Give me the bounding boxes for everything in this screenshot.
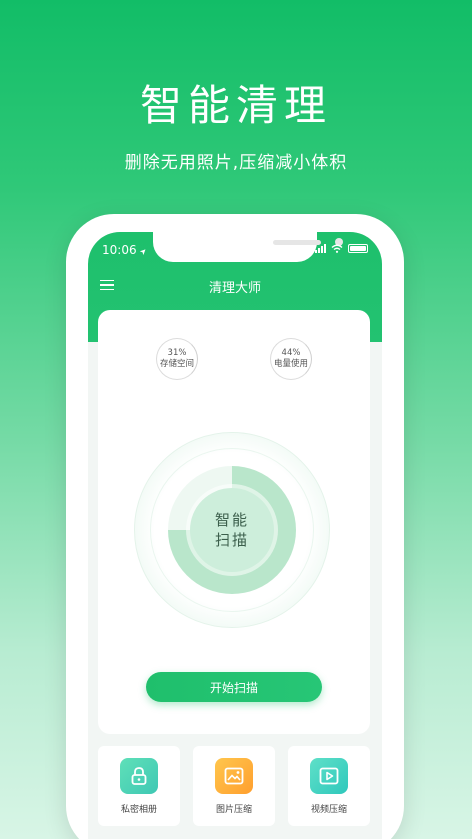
battery-icon: [348, 244, 368, 253]
battery-label: 电量使用: [273, 359, 308, 369]
wifi-icon: [331, 244, 343, 253]
storage-label: 存储空间: [159, 359, 194, 369]
tool-label: 视频压缩: [310, 805, 347, 815]
battery-percent: 44%: [281, 348, 301, 358]
tool-label: 图片压缩: [215, 805, 252, 815]
smart-scan-line1: 智能: [214, 511, 249, 529]
status-time: 10:06 ➤: [102, 243, 149, 257]
speaker-grille: [273, 240, 321, 245]
status-icons: [315, 244, 368, 253]
tool-image-compress[interactable]: 图片压缩: [193, 746, 275, 826]
promo-subline: 删除无用照片,压缩减小体积: [124, 153, 348, 173]
phone-screen: 10:06 ➤ 清理大师 31% 存储空间 44% 电量使用 智能 扫描 开始扫…: [88, 232, 382, 839]
phone-notch: [153, 232, 343, 262]
smart-scan-button[interactable]: 智能 扫描: [190, 488, 274, 572]
tool-private-album[interactable]: 私密相册: [98, 746, 180, 826]
storage-percent: 31%: [167, 348, 187, 358]
image-icon: [215, 758, 253, 794]
promo-headline: 智能清理: [139, 81, 332, 130]
signal-icon: [315, 244, 326, 253]
tool-label: 私密相册: [120, 805, 157, 815]
storage-gauge: 31% 存储空间: [156, 338, 198, 380]
start-scan-button[interactable]: 开始扫描: [146, 672, 322, 702]
app-title: 清理大师: [208, 281, 261, 296]
smart-scan-line2: 扫描: [214, 531, 249, 549]
scan-card: 31% 存储空间 44% 电量使用 智能 扫描 开始扫描: [98, 310, 370, 734]
tool-video-compress[interactable]: 视频压缩: [288, 746, 370, 826]
video-icon: [310, 758, 348, 794]
status-time-text: 10:06: [102, 243, 137, 257]
battery-gauge: 44% 电量使用: [270, 338, 312, 380]
tool-tiles: 私密相册 图片压缩 视频压缩: [98, 746, 370, 826]
lock-icon: [120, 758, 158, 794]
